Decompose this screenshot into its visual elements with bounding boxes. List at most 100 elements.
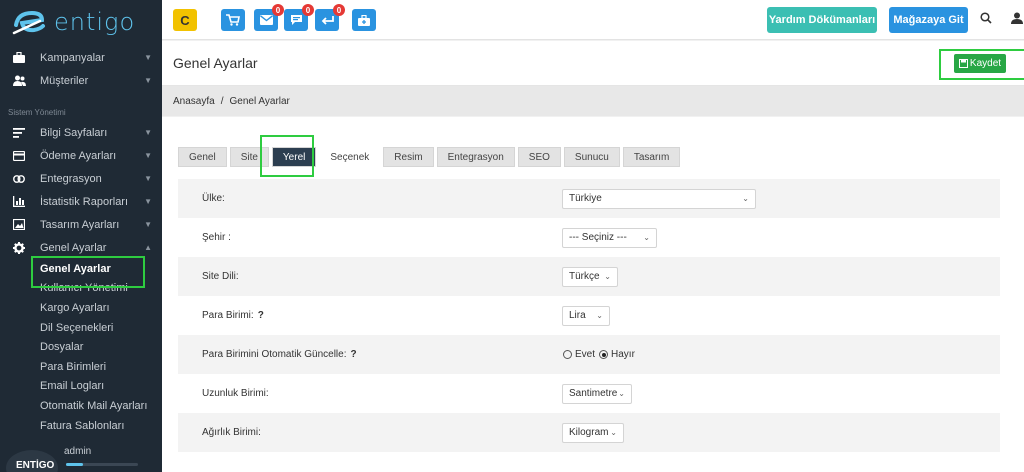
country-label: Ülke: <box>202 193 225 204</box>
chevron-down-icon: ⌄ <box>742 194 749 203</box>
sidebar-subitem-kargo-ayarlari[interactable]: Kargo Ayarları <box>0 298 162 318</box>
form-row-length: Uzunluk Birimi: Santimetre ⌄ <box>178 374 1000 413</box>
logo[interactable]: entigo <box>0 0 162 44</box>
sidebar-item-label: Genel Ayarlar <box>40 241 107 254</box>
help-icon[interactable]: ? <box>351 349 357 360</box>
logo-icon <box>12 7 50 37</box>
gear-icon <box>12 241 26 255</box>
auto-update-radios: Evet Hayır <box>563 349 635 360</box>
form-row-country: Ülke: Türkiye ⌄ <box>178 179 1000 218</box>
user-progress-bar <box>66 463 138 466</box>
chevron-down-icon: ⌄ <box>610 428 617 437</box>
briefcase-icon <box>12 51 26 65</box>
bar-chart-icon <box>12 195 26 209</box>
currency-select[interactable]: Lira ⌄ <box>562 305 610 326</box>
tab-sunucu[interactable]: Sunucu <box>563 147 620 167</box>
breadcrumb-home[interactable]: Anasayfa <box>173 96 215 107</box>
currency-label-text: Para Birimi: <box>202 310 254 321</box>
language-select[interactable]: Türkçe ⌄ <box>562 266 618 287</box>
chevron-down-icon: ▼ <box>144 220 152 229</box>
refresh-button[interactable]: C <box>173 9 197 31</box>
sidebar-item-musteriler[interactable]: Müşteriler ▼ <box>0 69 162 92</box>
topbar: C 0 0 0 Yardım Dökümanları Mağazaya Git <box>162 0 1024 40</box>
mail-icon <box>259 15 273 25</box>
sidebar-section-title: Sistem Yönetimi <box>8 107 66 117</box>
sidebar-item-label: Ödeme Ayarları <box>40 149 117 162</box>
go-to-store-button[interactable]: Mağazaya Git <box>889 7 968 33</box>
sidebar-subitem-otomatik-mail-ayarlari[interactable]: Otomatik Mail Ayarları <box>0 396 162 416</box>
chevron-down-icon: ⌄ <box>618 389 625 398</box>
avatar[interactable]: ENTİGO <box>6 450 58 472</box>
radio-evet-label: Evet <box>575 349 596 360</box>
sidebar-item-label: Tasarım Ayarları <box>40 218 120 231</box>
chevron-down-icon: ▼ <box>144 174 152 183</box>
sidebar-subitem-para-birimleri[interactable]: Para Birimleri <box>0 357 162 377</box>
radio-evet[interactable] <box>563 350 572 359</box>
country-select[interactable]: Türkiye ⌄ <box>562 188 756 209</box>
chevron-down-icon: ▼ <box>144 76 152 85</box>
currency-label: Para Birimi:? <box>202 310 264 321</box>
tab-genel[interactable]: Genel <box>178 147 227 167</box>
credit-card-icon <box>12 149 26 163</box>
sidebar-subitem-fatura-sablonlari[interactable]: Fatura Sablonları <box>0 416 162 436</box>
country-value: Türkiye <box>569 193 602 204</box>
currency-value: Lira <box>569 310 586 321</box>
logo-text: entigo <box>54 8 136 36</box>
mail-button[interactable]: 0 <box>254 4 284 31</box>
radio-hayir[interactable] <box>599 350 609 359</box>
sidebar-subitem-dil-secenekleri[interactable]: Dil Seçenekleri <box>0 318 162 338</box>
sidebar-item-label: Müşteriler <box>40 74 89 87</box>
help-icon[interactable]: ? <box>258 310 264 321</box>
breadcrumb: Anasayfa / Genel Ayarlar <box>162 86 1024 116</box>
form-row-language: Site Dili: Türkçe ⌄ <box>178 257 1000 296</box>
comment-button[interactable]: 0 <box>284 4 314 31</box>
highlight-box-save <box>939 49 1024 80</box>
go-to-store-label: Mağazaya Git <box>893 14 964 26</box>
chevron-down-icon: ⌄ <box>604 272 611 281</box>
highlight-box-tab <box>260 135 314 177</box>
sidebar-item-istatistik-raporlari[interactable]: İstatistik Raporları ▼ <box>0 190 162 213</box>
cart-icon <box>226 14 240 26</box>
briefcase-button[interactable] <box>352 9 376 31</box>
sidebar-item-tasarim-ayarlari[interactable]: Tasarım Ayarları ▼ <box>0 213 162 236</box>
tab-resim[interactable]: Resim <box>383 147 434 167</box>
sidebar-item-kampanyalar[interactable]: Kampanyalar ▼ <box>0 46 162 69</box>
settings-panel: Genel Site Yerel Seçenek Resim Entegrasy… <box>162 117 1024 472</box>
cart-button[interactable] <box>221 9 245 31</box>
sidebar-item-entegrasyon[interactable]: Entegrasyon ▼ <box>0 167 162 190</box>
help-docs-button[interactable]: Yardım Dökümanları <box>767 7 877 33</box>
tab-tasarim[interactable]: Tasarım <box>622 147 681 167</box>
main-content: Genel Ayarlar Kaydet Anasayfa / Genel Ay… <box>162 41 1024 472</box>
mail-badge: 0 <box>272 4 284 16</box>
length-label: Uzunluk Birimi: <box>202 388 269 399</box>
settings-form: Ülke: Türkiye ⌄ Şehir : --- Seçiniz --- … <box>178 179 1000 452</box>
radio-hayir-label: Hayır <box>611 349 635 360</box>
city-select[interactable]: --- Seçiniz --- ⌄ <box>562 227 657 248</box>
length-select[interactable]: Santimetre ⌄ <box>562 383 632 404</box>
sidebar-item-odeme-ayarlari[interactable]: Ödeme Ayarları ▼ <box>0 144 162 167</box>
tab-entegrasyon[interactable]: Entegrasyon <box>436 147 515 167</box>
chevron-down-icon: ▼ <box>144 197 152 206</box>
comment-badge: 0 <box>302 4 314 16</box>
breadcrumb-separator: / <box>220 95 224 107</box>
user-icon[interactable] <box>1011 12 1023 27</box>
tab-secenek[interactable]: Seçenek <box>319 147 381 167</box>
form-row-weight: Ağırlık Birimi: Kilogram ⌄ <box>178 413 1000 452</box>
weight-value: Kilogram <box>569 427 609 438</box>
tab-bar: Genel Site Yerel Seçenek Resim Entegrasy… <box>178 147 683 167</box>
reply-button[interactable]: 0 <box>315 4 345 31</box>
auto-update-label-text: Para Birimini Otomatik Güncelle: <box>202 349 347 360</box>
comment-icon <box>290 15 302 25</box>
sidebar-item-label: Kampanyalar <box>40 51 105 64</box>
sidebar-item-label: İstatistik Raporları <box>40 195 129 208</box>
chevron-down-icon: ⌄ <box>643 233 650 242</box>
sidebar-item-bilgi-sayfalari[interactable]: Bilgi Sayfaları ▼ <box>0 121 162 144</box>
language-label: Site Dili: <box>202 271 239 282</box>
sidebar-subitem-dosyalar[interactable]: Dosyalar <box>0 337 162 357</box>
tab-seo[interactable]: SEO <box>517 147 561 167</box>
weight-select[interactable]: Kilogram ⌄ <box>562 422 624 443</box>
sidebar-subitem-email-loglari[interactable]: Email Logları <box>0 377 162 397</box>
language-value: Türkçe <box>569 271 600 282</box>
search-icon[interactable] <box>980 12 992 27</box>
refresh-icon: C <box>180 12 190 28</box>
